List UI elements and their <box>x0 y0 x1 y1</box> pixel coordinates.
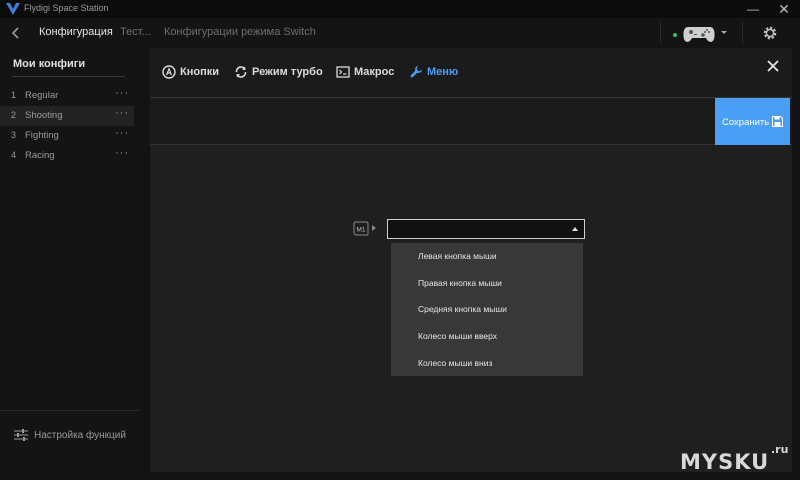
flydigi-logo-icon <box>6 3 20 15</box>
panel-toolbar <box>150 99 792 145</box>
config-label: Fighting <box>25 130 59 141</box>
save-button[interactable]: Сохранить <box>715 98 790 145</box>
save-label: Сохранить <box>722 117 770 128</box>
chevron-down-icon[interactable] <box>719 27 729 37</box>
caret-up-icon <box>572 227 578 231</box>
app-title: Flydigi Space Station <box>24 3 109 13</box>
tab-label: Меню <box>427 66 459 78</box>
back-arrow-icon[interactable] <box>8 24 24 42</box>
panel-tabbar: Кнопки Режим турбо Макрос Меню <box>150 48 792 98</box>
config-item-regular[interactable]: 1 Regular ··· <box>0 86 134 106</box>
option-wheel-up[interactable]: Колесо мыши вверх <box>391 323 583 349</box>
divider <box>12 76 125 77</box>
mapping-dropdown-list: Левая кнопка мыши Правая кнопка мыши Сре… <box>391 243 583 376</box>
option-wheel-down[interactable]: Колесо мыши вниз <box>391 350 583 376</box>
more-options-icon[interactable]: ··· <box>115 107 129 119</box>
divider <box>0 410 140 411</box>
window-close-button[interactable]: ✕ <box>774 0 794 18</box>
config-item-shooting[interactable]: 2 Shooting ··· <box>0 106 134 126</box>
gamepad-icon[interactable] <box>682 24 716 44</box>
watermark-suffix: .ru <box>771 443 789 456</box>
tab-configuration[interactable]: Конфигурация <box>39 26 113 38</box>
menu-mapping-panel: Кнопки Режим турбо Макрос Меню Сохранить… <box>150 48 792 472</box>
m1-button-icon: M1 <box>353 221 369 236</box>
config-item-racing[interactable]: 4 Racing ··· <box>0 146 134 166</box>
floppy-disk-icon <box>772 116 783 127</box>
wrench-icon <box>410 66 422 78</box>
option-label: Колесо мыши вниз <box>418 358 493 368</box>
configs-sidebar: Мои конфиги 1 Regular ··· 2 Shooting ···… <box>0 48 140 480</box>
config-label: Shooting <box>25 110 63 121</box>
macro-icon <box>336 66 350 78</box>
option-label: Колесо мыши вверх <box>418 331 498 341</box>
tab-label: Макрос <box>354 66 395 78</box>
more-options-icon[interactable]: ··· <box>115 127 129 139</box>
sidebar-title: Мои конфиги <box>13 58 86 70</box>
config-number: 1 <box>11 90 17 100</box>
arrow-right-icon <box>372 225 376 231</box>
watermark: MYSKU <box>680 450 770 474</box>
config-number: 4 <box>11 150 17 160</box>
function-settings-link[interactable]: Настройка функций <box>34 430 126 441</box>
option-left-mouse-button[interactable]: Левая кнопка мыши <box>391 243 583 269</box>
sliders-icon[interactable] <box>14 429 28 441</box>
title-bar: Flydigi Space Station — ✕ <box>0 0 800 18</box>
minimize-button[interactable]: — <box>743 0 763 18</box>
connection-status-dot <box>673 33 677 37</box>
config-item-fighting[interactable]: 3 Fighting ··· <box>0 126 134 146</box>
mapping-select[interactable] <box>387 219 585 239</box>
tab-switch-configs[interactable]: Конфигурации режима Switch <box>164 26 316 38</box>
config-label: Regular <box>25 90 59 101</box>
gear-icon[interactable] <box>762 25 778 41</box>
top-navigation: Конфигурация Тест... Конфигурации режима… <box>0 18 800 48</box>
a-button-icon <box>162 65 176 79</box>
config-label: Racing <box>25 150 55 161</box>
config-number: 3 <box>11 130 17 140</box>
option-right-mouse-button[interactable]: Правая кнопка мыши <box>391 270 583 296</box>
tab-test[interactable]: Тест... <box>120 26 151 38</box>
tab-label: Режим турбо <box>252 66 323 78</box>
option-label: Средняя кнопка мыши <box>418 304 507 314</box>
more-options-icon[interactable]: ··· <box>115 147 129 159</box>
close-icon[interactable] <box>766 59 780 73</box>
option-label: Левая кнопка мыши <box>418 251 497 261</box>
option-middle-mouse-button[interactable]: Средняя кнопка мыши <box>391 296 583 322</box>
m1-label: M1 <box>356 227 365 234</box>
option-label: Правая кнопка мыши <box>418 278 502 288</box>
turbo-icon <box>235 66 247 78</box>
tab-label: Кнопки <box>180 66 219 78</box>
config-number: 2 <box>11 110 17 120</box>
divider <box>742 22 743 44</box>
divider <box>660 22 661 44</box>
more-options-icon[interactable]: ··· <box>115 87 129 99</box>
